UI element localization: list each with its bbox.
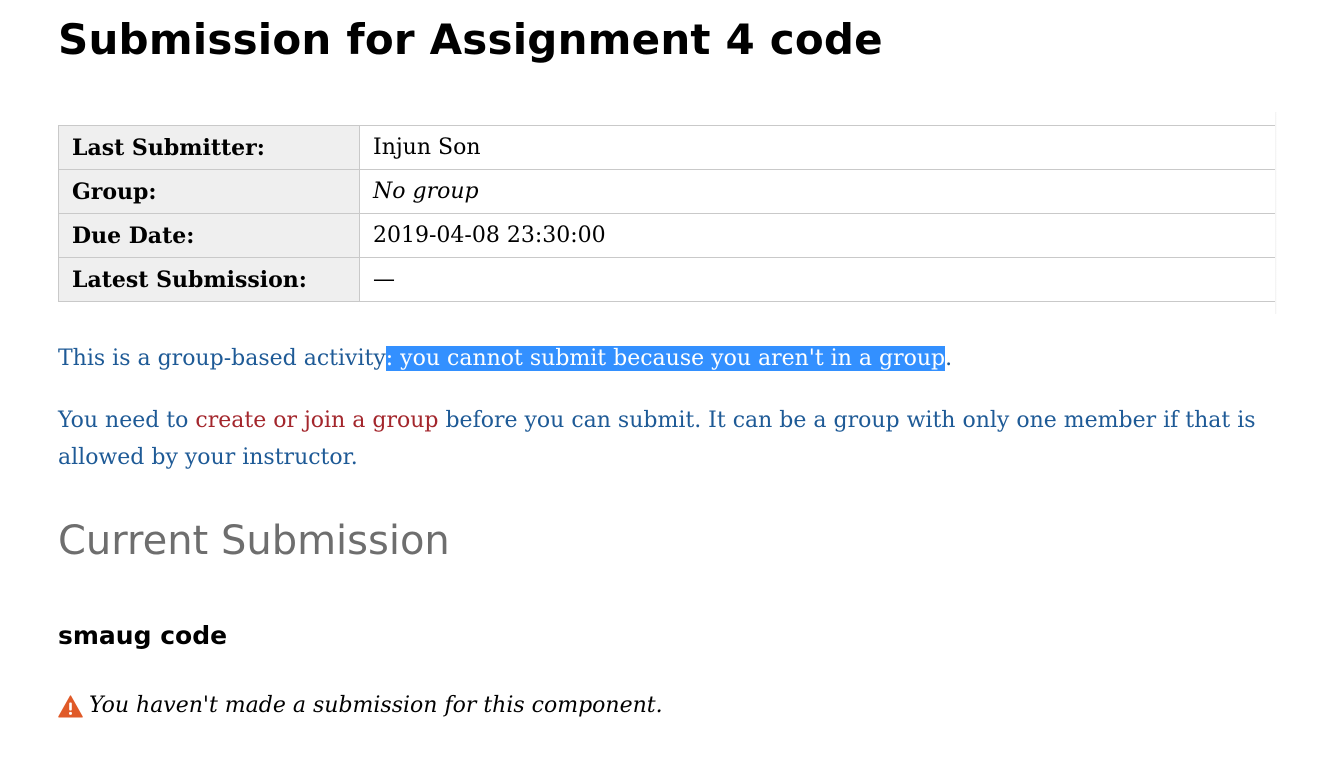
group-value: No group [359, 169, 1276, 214]
group-notice-prefix: This is a group-based activity [58, 346, 386, 371]
instructions-intro: You need to [58, 408, 196, 433]
table-row: Group: No group [58, 169, 1276, 214]
latest-submission-value: — [359, 257, 1276, 302]
submission-info-table: Last Submitter: Injun Son Group: No grou… [58, 125, 1276, 302]
last-submitter-label: Last Submitter: [58, 125, 360, 170]
join-group-link[interactable]: join a group [304, 408, 438, 433]
selected-text: : you cannot submit because you aren't i… [385, 346, 946, 371]
instructions-or: or [266, 408, 304, 433]
group-label: Group: [58, 169, 360, 214]
latest-submission-label: Latest Submission: [58, 257, 360, 302]
due-date-label: Due Date: [58, 213, 360, 258]
create-group-link[interactable]: create [195, 408, 266, 433]
no-submission-warning: You haven't made a submission for this c… [58, 688, 663, 724]
due-date-value: 2019-04-08 23:30:00 [359, 213, 1276, 258]
table-row: Due Date: 2019-04-08 23:30:00 [58, 213, 1276, 258]
warning-text: You haven't made a submission for this c… [89, 693, 663, 718]
warning-triangle-icon [58, 694, 83, 718]
last-submitter-value: Injun Son [359, 125, 1276, 170]
group-notice: This is a group-based activity: you cann… [58, 340, 952, 377]
group-instructions: You need to create or join a group befor… [58, 402, 1276, 476]
table-row: Latest Submission: — [58, 257, 1276, 302]
page-title: Submission for Assignment 4 code [58, 15, 883, 64]
content-edge [1275, 112, 1277, 314]
component-name: smaug code [58, 621, 228, 650]
table-row: Last Submitter: Injun Son [58, 125, 1276, 170]
current-submission-heading: Current Submission [58, 518, 450, 564]
group-notice-suffix: . [945, 346, 953, 371]
